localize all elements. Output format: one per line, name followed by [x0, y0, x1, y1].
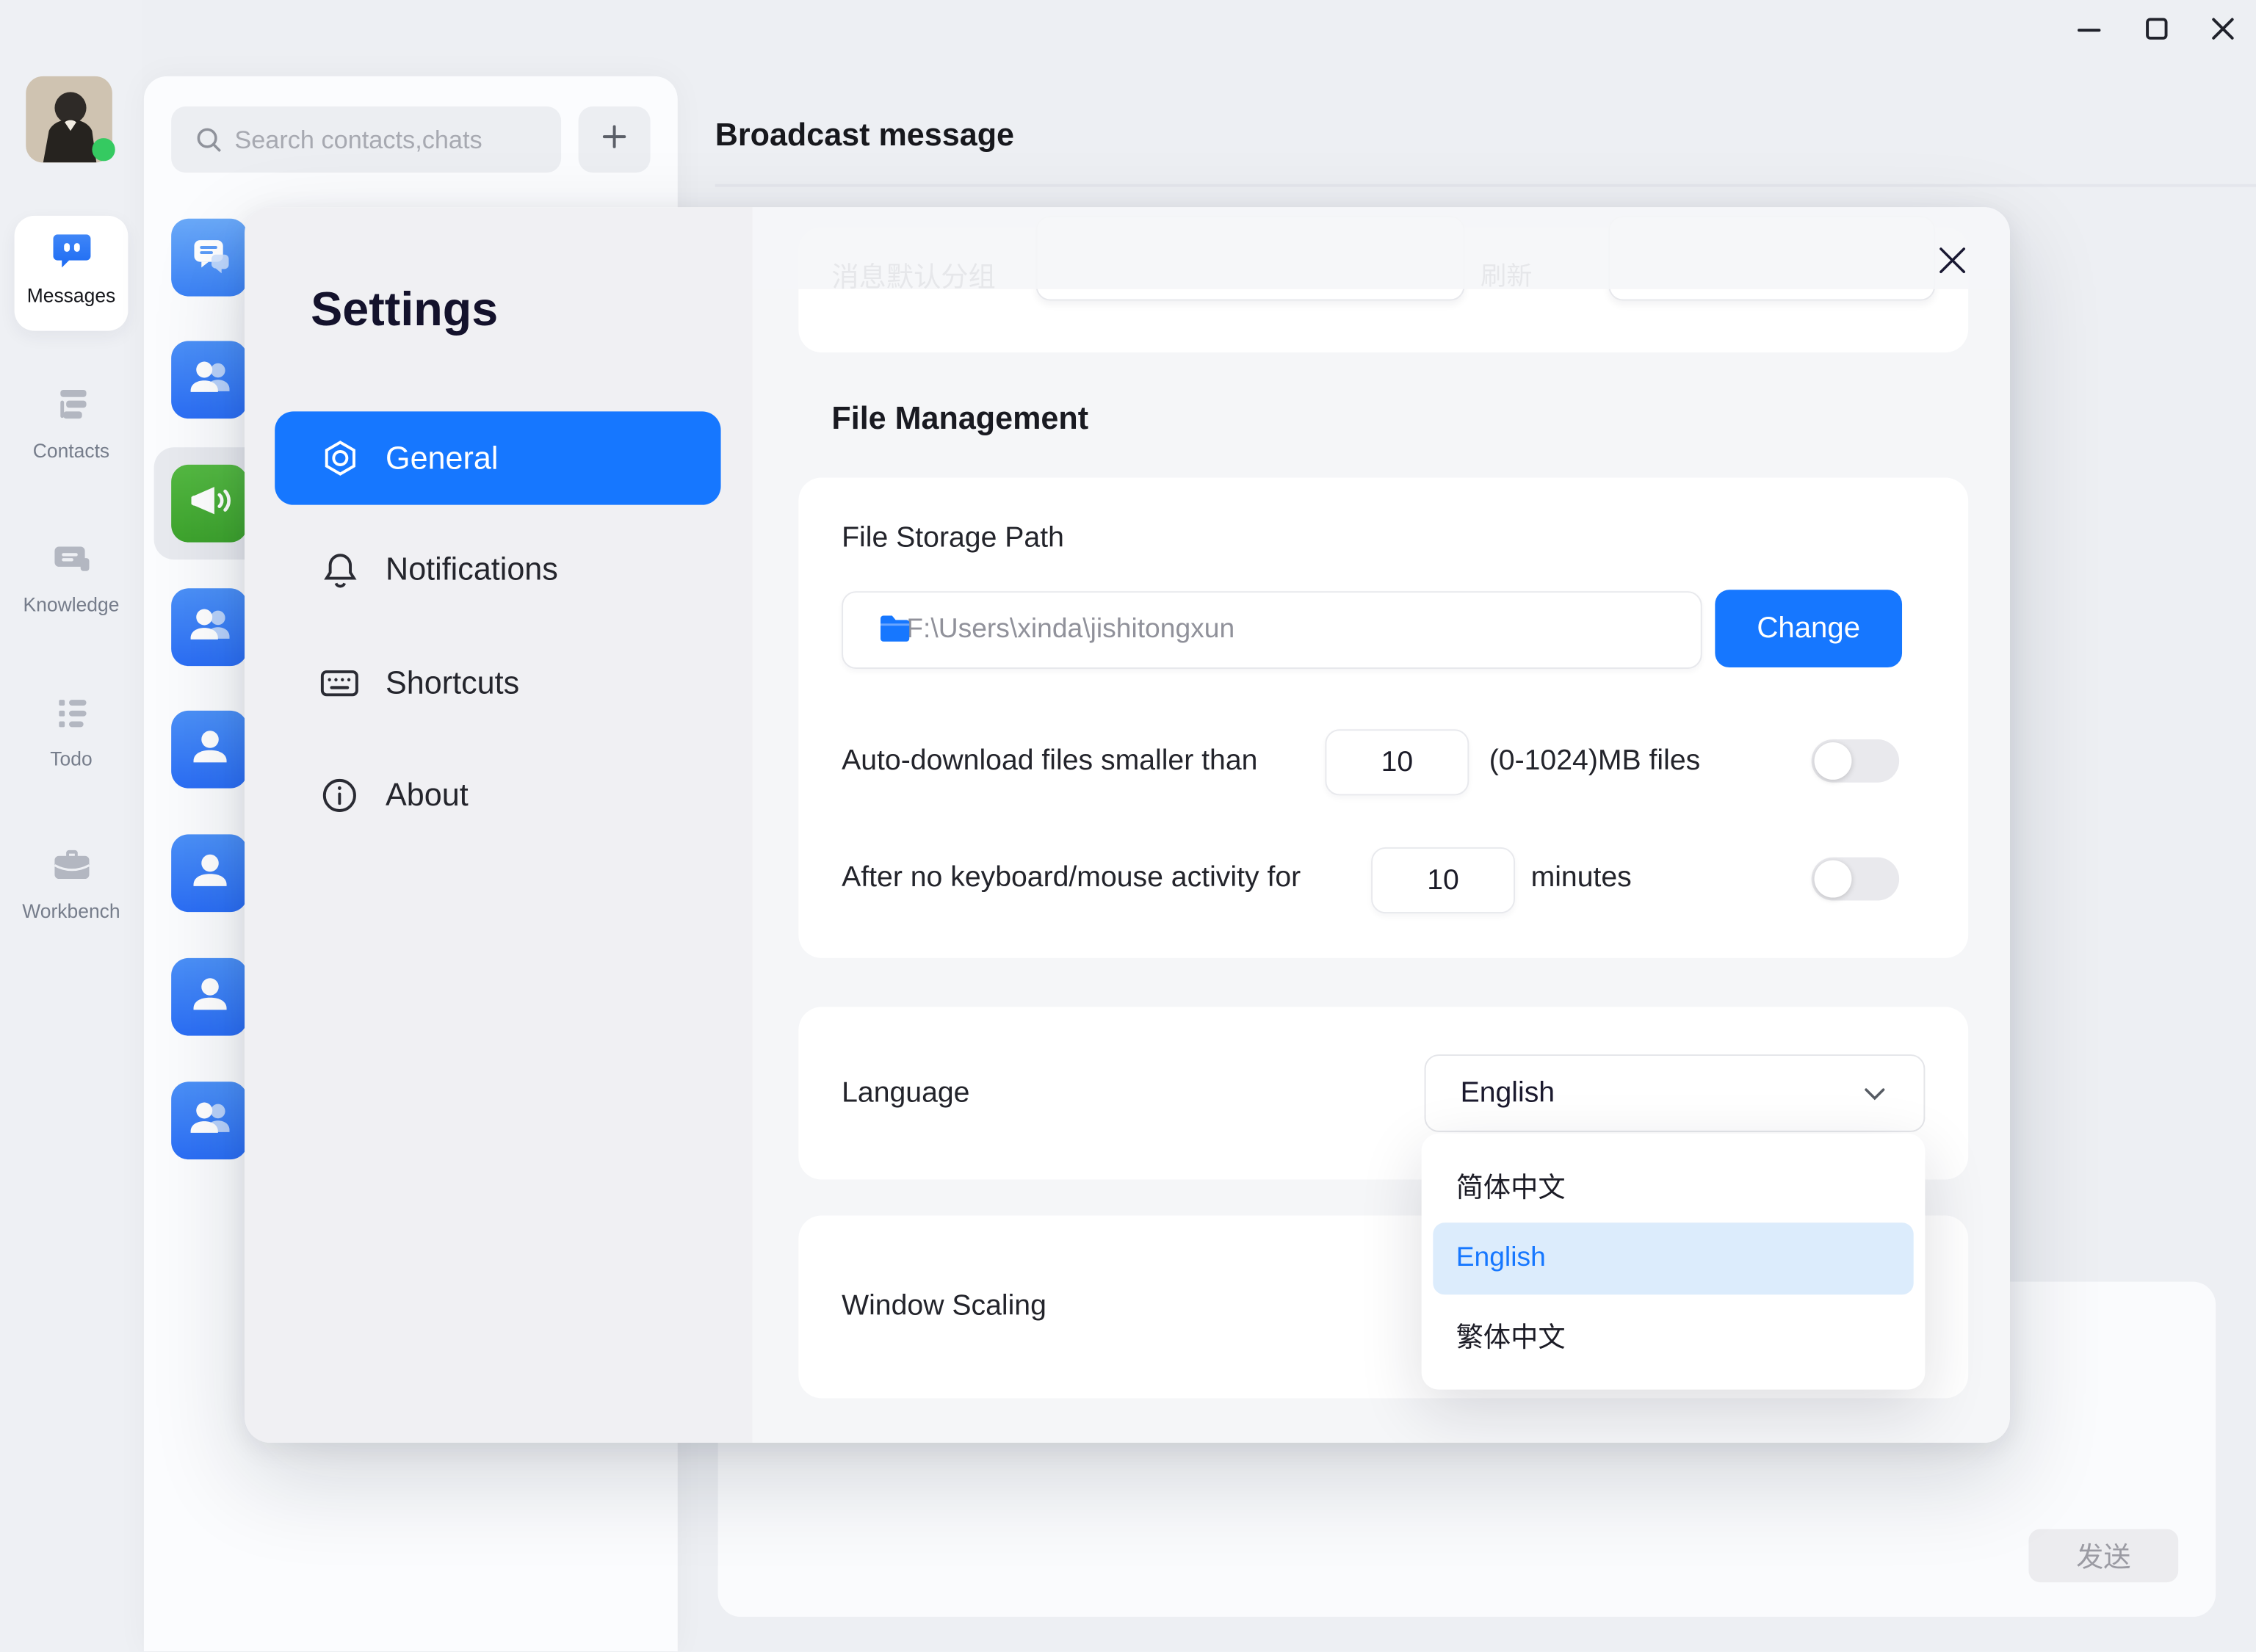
language-option-simplified-chinese[interactable]: 简体中文 [1433, 1151, 1913, 1220]
plus-icon [601, 123, 627, 156]
close-icon[interactable] [1934, 242, 1971, 279]
window-scaling-label: Window Scaling [842, 1290, 1046, 1323]
settings-modal: Settings General Notification [245, 207, 2010, 1443]
toggle-knob [1815, 742, 1852, 780]
minimize-icon [2076, 15, 2102, 48]
close-window-button[interactable] [2207, 16, 2238, 48]
inactivity-minutes-input[interactable]: 10 [1371, 847, 1515, 913]
person-icon [185, 722, 234, 778]
settings-title: Settings [311, 282, 498, 336]
settings-menu-general[interactable]: General [275, 411, 720, 504]
close-window-icon [2210, 15, 2235, 48]
sidebar-item-label: Contacts [0, 441, 142, 462]
app-window: Messages Contacts [0, 0, 2256, 1651]
page-title: Broadcast message [715, 117, 1014, 154]
settings-sidebar: Settings General Notification [245, 207, 753, 1443]
bell-icon [319, 550, 360, 589]
sidebar-item-messages[interactable]: Messages [0, 230, 142, 306]
person-icon [185, 969, 234, 1025]
sidebar-item-label: Knowledge [0, 594, 142, 615]
auto-download-label: Auto-download files smaller than [842, 745, 1257, 778]
settings-menu-label: Shortcuts [386, 664, 519, 702]
settings-menu-label: General [386, 440, 498, 477]
search-placeholder: Search contacts,chats [234, 124, 482, 154]
option-label: 简体中文 [1456, 1166, 1566, 1205]
modal-header-fade [753, 207, 2010, 289]
option-label: English [1456, 1243, 1546, 1275]
language-selected-value: English [1461, 1076, 1555, 1109]
nav-rail: Messages Contacts [0, 0, 142, 1651]
option-label: 繁体中文 [1456, 1316, 1566, 1355]
language-option-english[interactable]: English [1433, 1222, 1913, 1294]
header-divider [715, 184, 2256, 186]
settings-menu-about[interactable]: About [275, 756, 720, 836]
chevron-down-icon [1863, 1083, 1886, 1109]
workbench-icon [50, 867, 93, 891]
chat-lines-icon [187, 231, 233, 283]
messages-icon [51, 252, 92, 276]
group-icon [185, 1093, 234, 1148]
sidebar-item-todo[interactable]: Todo [0, 693, 142, 769]
search-input[interactable]: Search contacts,chats [171, 106, 561, 173]
storage-path-label: File Storage Path [842, 522, 1064, 555]
megaphone-icon [185, 476, 234, 532]
language-label: Language [842, 1077, 969, 1110]
settings-content: 消息默认分组 刷新 File Management File Storage P… [753, 207, 2010, 1443]
change-path-button[interactable]: Change [1715, 590, 1902, 667]
chat-item-person[interactable] [171, 958, 247, 1036]
inactivity-label: After no keyboard/mouse activity for [842, 862, 1301, 895]
file-management-card: File Storage Path F:\Users\xinda\jishito… [798, 477, 1968, 957]
contacts-icon [51, 407, 92, 431]
language-dropdown: 简体中文 English 繁体中文 [1422, 1134, 1926, 1390]
file-management-heading: File Management [831, 400, 1088, 438]
inactivity-suffix: minutes [1531, 862, 1632, 895]
search-icon [195, 126, 223, 161]
auto-download-toggle[interactable] [1812, 739, 1900, 783]
todo-icon [51, 715, 92, 739]
settings-menu-shortcuts[interactable]: Shortcuts [275, 643, 720, 724]
chat-item-person[interactable] [171, 711, 247, 789]
toggle-knob [1815, 861, 1852, 898]
inactivity-toggle[interactable] [1812, 858, 1900, 901]
settings-menu-notifications[interactable]: Notifications [275, 529, 720, 610]
chat-item-group[interactable] [171, 341, 247, 419]
online-status-dot [92, 138, 115, 161]
sidebar-item-contacts[interactable]: Contacts [0, 385, 142, 462]
storage-path-value: F:\Users\xinda\jishitongxun [906, 615, 1234, 646]
group-icon [185, 599, 234, 655]
chat-item-group[interactable] [171, 1082, 247, 1159]
language-select[interactable]: English [1425, 1054, 1926, 1132]
chat-item-person[interactable] [171, 834, 247, 912]
keyboard-icon [319, 666, 360, 700]
sidebar-item-knowledge[interactable]: Knowledge [0, 540, 142, 616]
chat-item-broadcast-selected[interactable] [171, 465, 247, 543]
chat-item-group[interactable] [171, 588, 247, 666]
auto-download-suffix: (0-1024)MB files [1489, 745, 1700, 778]
folder-icon [878, 613, 912, 652]
send-button[interactable]: 发送 [2028, 1529, 2178, 1582]
general-icon [319, 439, 360, 478]
knowledge-icon [50, 561, 93, 585]
sidebar-item-workbench[interactable]: Workbench [0, 846, 142, 922]
maximize-icon [2144, 15, 2169, 48]
settings-menu-label: About [386, 777, 469, 814]
sidebar-item-label: Workbench [0, 900, 142, 921]
language-option-traditional-chinese[interactable]: 繁体中文 [1433, 1300, 1913, 1369]
maximize-button[interactable] [2141, 16, 2172, 48]
sidebar-item-label: Messages [0, 285, 142, 306]
storage-path-input[interactable]: F:\Users\xinda\jishitongxun [842, 591, 1702, 669]
minimize-button[interactable] [2073, 16, 2105, 48]
add-chat-button[interactable] [579, 106, 651, 173]
chat-item-broadcast-list[interactable] [171, 219, 247, 297]
person-icon [185, 845, 234, 901]
sidebar-item-label: Todo [0, 748, 142, 769]
settings-menu-label: Notifications [386, 551, 558, 588]
info-icon [319, 777, 360, 814]
auto-download-size-input[interactable]: 10 [1325, 729, 1469, 795]
group-icon [185, 352, 234, 407]
